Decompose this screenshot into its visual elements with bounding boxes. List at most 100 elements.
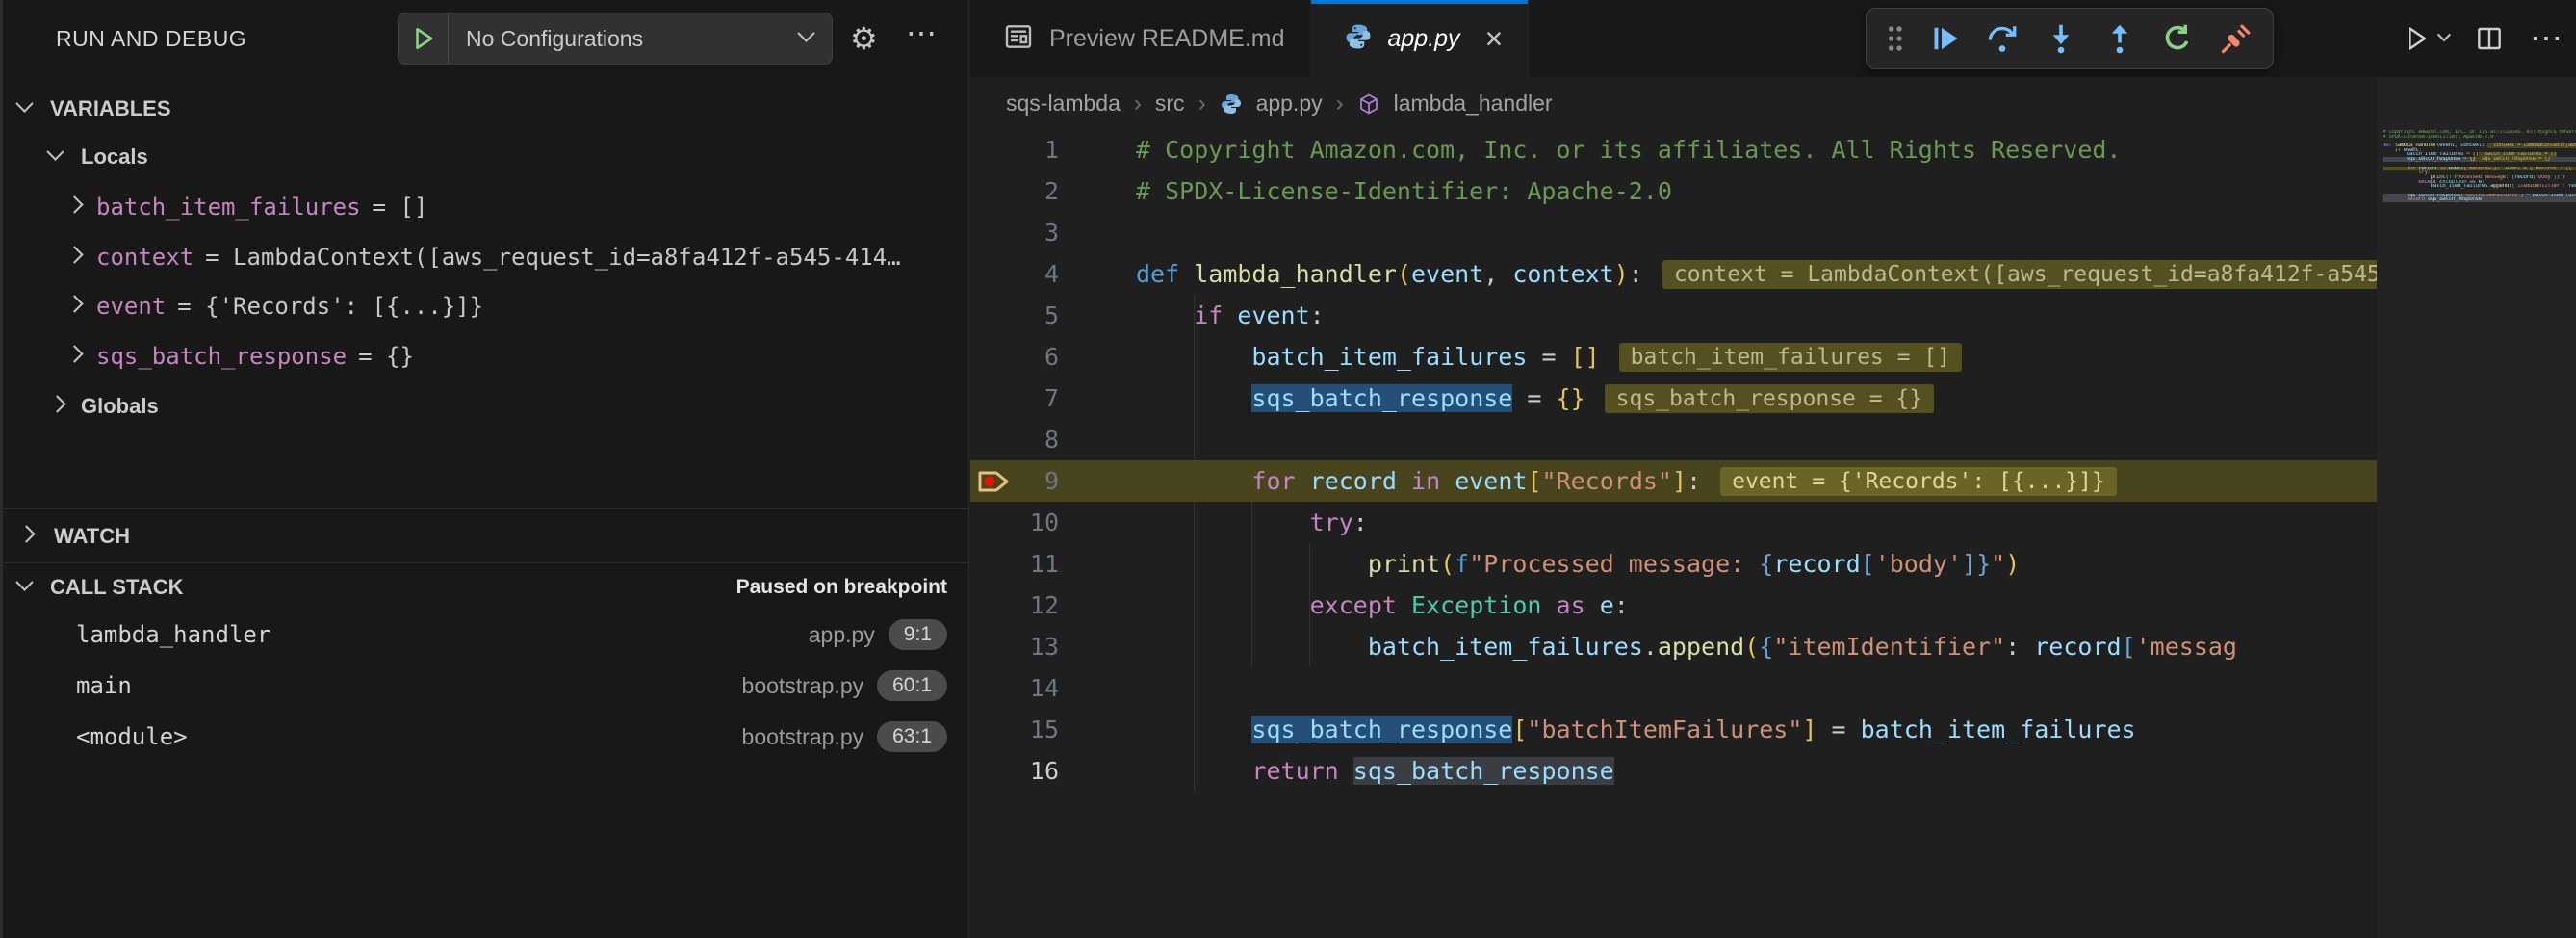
code-line-9[interactable]: 9 for record in event["Records"]:event =… [970, 460, 2377, 502]
chevron-right-icon [68, 348, 81, 365]
code-text: for record in event["Records"]: [1136, 467, 1701, 495]
variable-row[interactable]: context = LambdaContext([aws_request_id=… [3, 240, 968, 274]
chevron-right-icon [68, 298, 81, 315]
code-line-2[interactable]: 2 # SPDX-License-Identifier: Apache-2.0 [970, 170, 2377, 212]
step-into-button[interactable] [2036, 13, 2086, 64]
line-number[interactable]: 14 [1017, 674, 1059, 702]
code-line-6[interactable]: 6 batch_item_failures = [] batch_item_fai… [970, 336, 2377, 378]
minimap-line: sqs_batch_response = {} sqs_batch_respon… [2383, 157, 2576, 162]
line-number[interactable]: 5 [1017, 301, 1059, 329]
more-actions-icon[interactable]: ⋯ [2530, 19, 2563, 58]
line-number[interactable]: 2 [1017, 177, 1059, 205]
code-line-15[interactable]: 15 sqs_batch_response["batchItemFailures… [970, 709, 2377, 750]
frame-position-badge: 9:1 [889, 619, 947, 650]
split-editor-button[interactable] [2474, 23, 2505, 54]
code-editor[interactable]: 1 # Copyright Amazon.com, Inc. or its aff… [970, 77, 2377, 938]
config-dropdown-label: No Configurations [449, 26, 800, 52]
stack-frame[interactable]: <module> bootstrap.py 63:1 [3, 719, 968, 754]
gear-icon[interactable]: ⚙ [850, 21, 878, 56]
chevron-down-icon [18, 579, 31, 596]
line-number[interactable]: 12 [1017, 591, 1059, 619]
code-text: try: [1136, 508, 1368, 536]
call-stack-section-header[interactable]: CALL STACK Paused on breakpoint [3, 570, 968, 605]
variables-section-header[interactable]: VARIABLES [3, 91, 968, 126]
minimap-line: return sqs_batch_response [2383, 197, 2576, 202]
vscode-debug-window: RUN AND DEBUG No Configurations ⚙ ⋯ VARI… [0, 0, 2576, 938]
code-text: sqs_batch_response["batchItemFailures"] … [1136, 716, 2136, 743]
code-line-13[interactable]: 13 batch_item_failures.append({"itemIden… [970, 626, 2377, 667]
code-line-1[interactable]: 1 # Copyright Amazon.com, Inc. or its aff… [970, 129, 2377, 170]
tab-app-py[interactable]: app.py × [1311, 0, 1530, 77]
code-text: except Exception as e: [1136, 591, 1629, 619]
code-line-12[interactable]: 12 except Exception as e: [970, 585, 2377, 626]
scope-globals[interactable]: Globals [3, 389, 968, 424]
line-number[interactable]: 16 [1017, 757, 1059, 785]
step-over-button[interactable] [1977, 13, 2027, 64]
code-line-11[interactable]: 11 print(f"Processed message: {record['b… [970, 543, 2377, 585]
code-line-4[interactable]: 4def lambda_handler(event, context):cont… [970, 253, 2377, 295]
frame-file: bootstrap.py [742, 673, 864, 699]
markdown-preview-icon [1003, 21, 1034, 57]
sidebar-title: RUN AND DEBUG [56, 26, 246, 52]
line-number[interactable]: 11 [1017, 550, 1059, 578]
line-number[interactable]: 9 [1017, 467, 1059, 495]
drag-handle[interactable] [1878, 13, 1911, 64]
breakpoint-icon[interactable] [970, 469, 1017, 494]
line-number[interactable]: 4 [1017, 260, 1059, 288]
code-text: # Copyright Amazon.com, Inc. or its affi… [1136, 136, 2122, 164]
line-number[interactable]: 3 [1017, 219, 1059, 247]
stack-frame[interactable]: main bootstrap.py 60:1 [3, 668, 968, 703]
disconnect-button[interactable] [2211, 13, 2261, 64]
variable-row[interactable]: batch_item_failures = [] [3, 190, 968, 224]
debug-toolbar [1866, 8, 2274, 69]
python-icon [1344, 22, 1373, 56]
code-line-5[interactable]: 5 if event: [970, 295, 2377, 336]
code-line-16[interactable]: 16 return sqs_batch_response [970, 750, 2377, 792]
code-lines: 1 # Copyright Amazon.com, Inc. or its aff… [970, 129, 2377, 792]
inline-debug-value: sqs_batch_response = {} [1605, 384, 1935, 413]
code-line-7[interactable]: 7 sqs_batch_response = {}sqs_batch_respo… [970, 378, 2377, 419]
line-number[interactable]: 1 [1017, 136, 1059, 164]
code-line-8[interactable]: 8 [970, 419, 2377, 460]
chevron-down-icon [800, 30, 812, 47]
restart-button[interactable] [2152, 13, 2202, 64]
run-dropdown-chevron-icon[interactable] [2439, 30, 2449, 47]
line-number[interactable]: 13 [1017, 633, 1059, 661]
minimap[interactable]: # Copyright Amazon.com, Inc. or its affi… [2377, 77, 2576, 938]
minimap-code: # Copyright Amazon.com, Inc. or its affi… [2383, 130, 2576, 202]
section-divider [3, 508, 968, 509]
code-text: # SPDX-License-Identifier: Apache-2.0 [1136, 177, 1672, 205]
step-out-button[interactable] [2095, 13, 2145, 64]
line-number[interactable]: 6 [1017, 343, 1059, 371]
frame-position-badge: 60:1 [877, 670, 947, 701]
section-divider [3, 562, 968, 563]
continue-button[interactable] [1919, 13, 1970, 64]
editor-actions: ⋯ [2399, 0, 2563, 77]
close-icon[interactable]: × [1485, 24, 1504, 53]
paused-status: Paused on breakpoint [736, 576, 947, 599]
code-text: batch_item_failures = [] [1136, 343, 1600, 371]
code-text: print(f"Processed message: {record['body… [1136, 550, 2020, 578]
tab-preview-readme[interactable]: Preview README.md [970, 0, 1311, 77]
variable-row[interactable]: event = {'Records': [{...}]} [3, 289, 968, 324]
chevron-down-icon [18, 100, 31, 117]
line-number[interactable]: 15 [1017, 716, 1059, 743]
code-text: return sqs_batch_response [1136, 757, 1614, 785]
inline-debug-value: batch_item_failures = [] [1619, 343, 1962, 372]
code-text: if event: [1136, 301, 1325, 329]
start-debug-icon[interactable] [399, 13, 449, 64]
line-number[interactable]: 7 [1017, 384, 1059, 412]
line-number[interactable]: 10 [1017, 508, 1059, 536]
code-line-3[interactable]: 3 [970, 212, 2377, 253]
code-line-14[interactable]: 14 [970, 667, 2377, 709]
watch-section-header[interactable]: WATCH [3, 519, 968, 554]
code-line-10[interactable]: 10 try: [970, 502, 2377, 543]
code-text: batch_item_failures.append({"itemIdentif… [1136, 633, 2237, 661]
scope-locals[interactable]: Locals [3, 140, 968, 174]
line-number[interactable]: 8 [1017, 426, 1059, 454]
debug-configuration-dropdown[interactable]: No Configurations [398, 13, 833, 65]
run-python-file-button[interactable] [2399, 22, 2449, 55]
stack-frame[interactable]: lambda_handler app.py 9:1 [3, 617, 968, 652]
more-actions-icon[interactable]: ⋯ [906, 15, 937, 50]
variable-row[interactable]: sqs_batch_response = {} [3, 339, 968, 374]
